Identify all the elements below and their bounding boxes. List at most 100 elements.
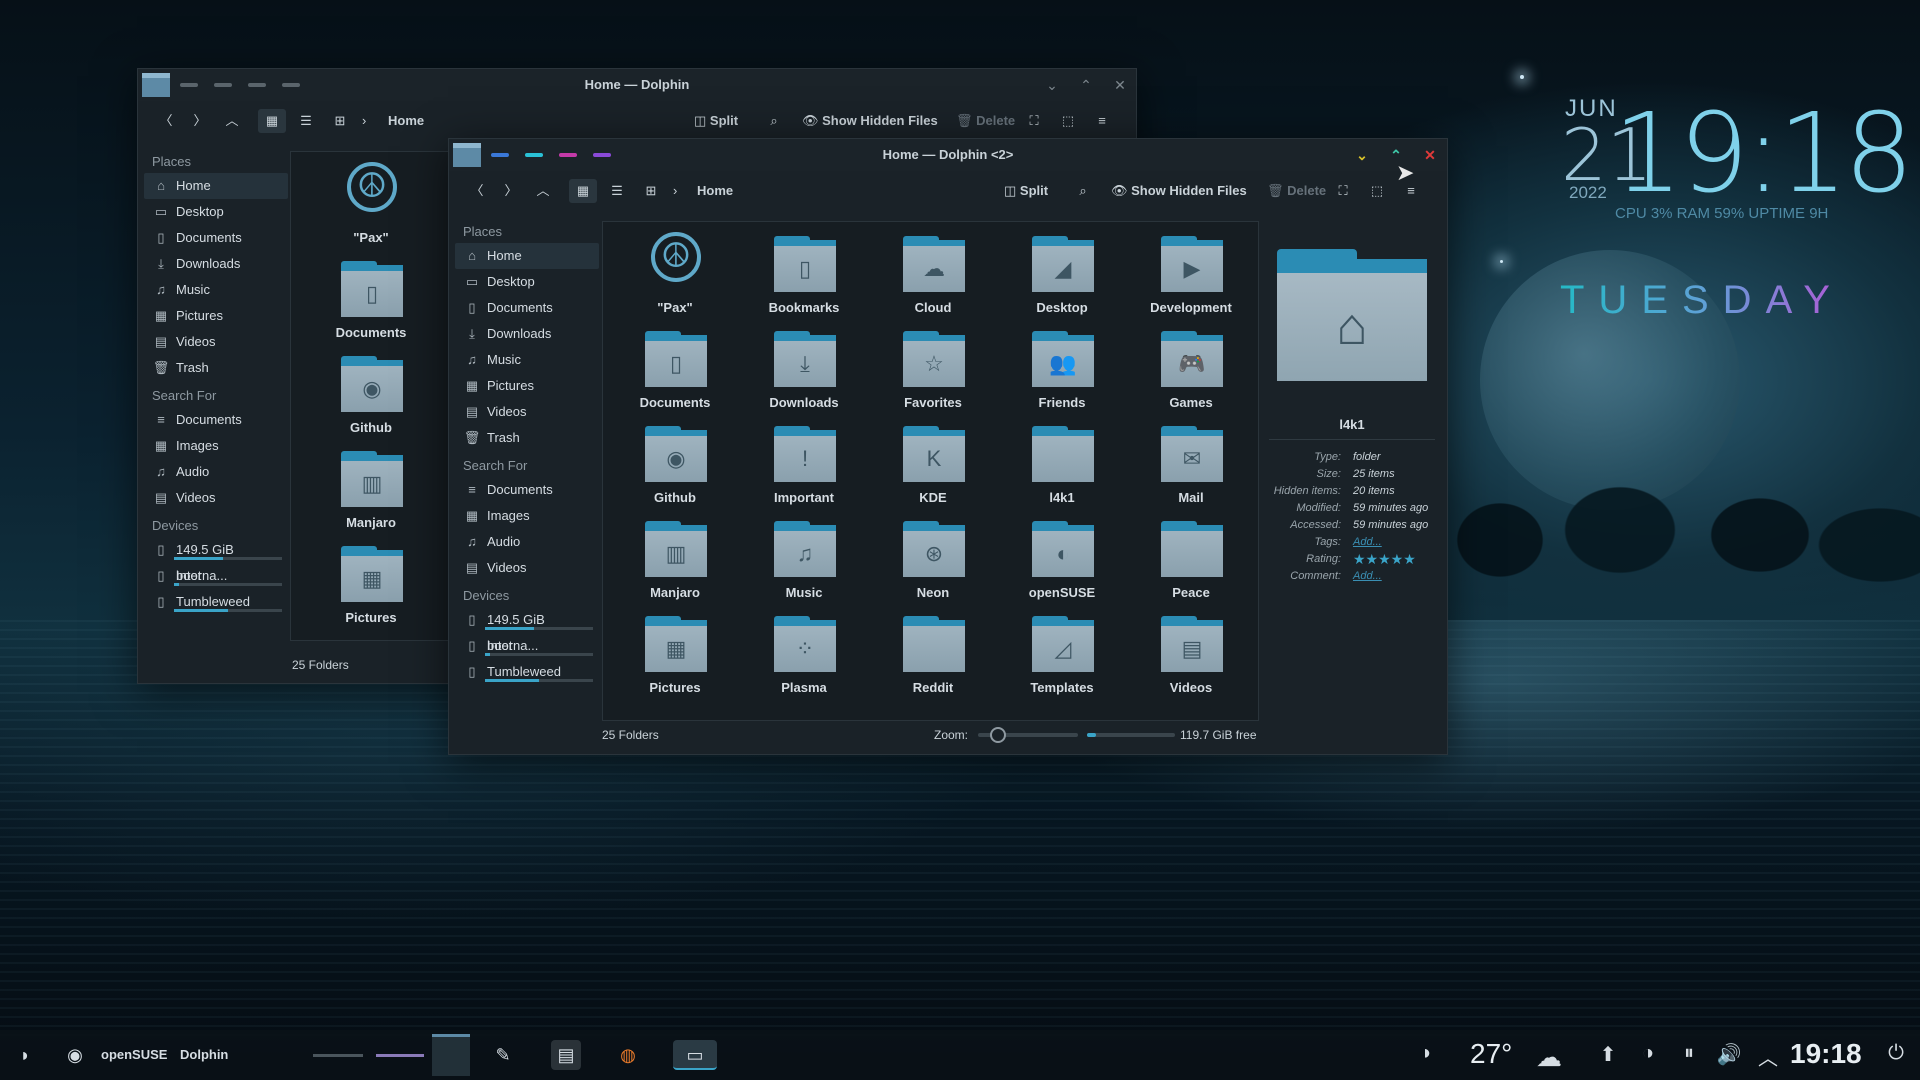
search-item[interactable]: ♫ Audio [455,529,599,555]
forward-icon[interactable]: 〉 [497,179,525,203]
folder-item[interactable]: ◿ Templates [1002,608,1122,700]
firefox-icon[interactable]: ◍ [613,1040,643,1070]
folder-item[interactable]: ☮ "Pax" [615,228,735,320]
back-icon[interactable]: 〈 [463,179,491,203]
kde-connect-icon[interactable]: ◑ [1634,1042,1662,1065]
show-hidden-files-button[interactable]: 👁 Show Hidden Files [1111,179,1247,203]
show-hidden-files-button[interactable]: 👁 Show Hidden Files [802,109,938,133]
close-icon[interactable]: ✕ [1110,75,1130,95]
pager-desktop[interactable] [313,1054,363,1057]
folder-item[interactable]: ◉ Github [615,418,735,510]
updates-icon[interactable]: ⬆ [1594,1042,1622,1067]
details-view-icon[interactable]: ⊞ [637,179,665,203]
weather-cloud-icon[interactable]: ☁ [1535,1042,1563,1073]
folder-item[interactable]: ☁ Cloud [873,228,993,320]
search-item[interactable]: ♫ Audio [144,459,288,485]
devices-item[interactable]: ▯ 149.5 GiB Interna... [144,537,288,583]
split-button[interactable]: ◫ Split [694,109,738,133]
window-title-opensuse[interactable]: openSUSE [101,1030,167,1080]
places-item[interactable]: ▭ Desktop [455,269,599,295]
folder-item[interactable]: K KDE [873,418,993,510]
weather-temperature[interactable]: 27° [1470,1038,1512,1070]
forward-icon[interactable]: 〉 [186,109,214,133]
places-item[interactable]: 🗑 Trash [144,355,288,381]
devices-item[interactable]: ▯ Tumbleweed [455,659,599,685]
folder-item[interactable]: ▤ Videos [1131,608,1251,700]
search-item[interactable]: ▦ Images [455,503,599,529]
icons-view-icon[interactable]: ▦ [569,179,597,203]
file-view[interactable]: ☮ "Pax" ▯ Documents ◉ Github ▥ Manjaro ▦ Pic… [290,151,450,641]
preview-icon[interactable]: ⛶ [1020,109,1048,133]
folder-item[interactable]: ▦ Pictures [311,538,431,630]
details-view-icon[interactable]: ⊞ [326,109,354,133]
icons-view-icon[interactable]: ▦ [258,109,286,133]
pager-desktop[interactable] [376,1054,424,1057]
folder-item[interactable]: ! Important [744,418,864,510]
folder-item[interactable]: ◐ openSUSE [1002,513,1122,605]
folder-item[interactable]: ◢ Desktop [1002,228,1122,320]
places-item[interactable]: ▭ Desktop [144,199,288,225]
preview-icon[interactable]: ⛶ [1329,179,1357,203]
search-item[interactable]: ▦ Images [144,433,288,459]
search-icon[interactable]: ⌕ [1069,179,1097,203]
folder-item[interactable]: ▥ Manjaro [615,513,735,605]
breadcrumb-home[interactable]: Home [388,109,424,133]
taskbar-clock[interactable]: 19:18 [1790,1038,1862,1070]
folder-item[interactable]: ⁘ Plasma [744,608,864,700]
folder-item[interactable]: ▦ Pictures [615,608,735,700]
folder-item[interactable]: ⊛ Neon [873,513,993,605]
window-title-dolphin[interactable]: Dolphin [180,1030,228,1080]
folder-item[interactable]: ▶ Development [1131,228,1251,320]
places-item[interactable]: ♫ Music [144,277,288,303]
places-item[interactable]: ▤ Videos [144,329,288,355]
folder-item[interactable]: Peace [1131,513,1251,605]
places-item[interactable]: ♫ Music [455,347,599,373]
devices-item[interactable]: ▯ boot [455,633,599,659]
search-item[interactable]: ▤ Videos [144,485,288,511]
delete-button[interactable]: 🗑 Delete [1267,179,1326,203]
titlebar[interactable]: Home — Dolphin <2> ⌄ ⌃ ✕ [449,139,1447,171]
select-icon[interactable]: ⬚ [1363,179,1391,203]
folder-item[interactable]: ▥ Manjaro [311,443,431,535]
file-view[interactable]: ☮ "Pax" ▯ Bookmarks ☁ Cloud ◢ Desktop ▶ Deve… [602,221,1259,721]
split-button[interactable]: ◫ Split [1004,179,1048,203]
search-item[interactable]: ≡ Documents [455,477,599,503]
pen-icon[interactable]: ✎ [488,1040,518,1070]
compact-view-icon[interactable]: ☰ [603,179,631,203]
folder-item[interactable]: ✉ Mail [1131,418,1251,510]
info-value[interactable]: Add... [1353,534,1382,551]
up-icon[interactable]: ︿ [218,109,246,133]
delete-button[interactable]: 🗑 Delete [956,109,1015,133]
volume-icon[interactable]: 🔊 [1715,1042,1743,1067]
dolphin-task-icon[interactable]: ▭ [673,1040,717,1070]
titlebar[interactable]: Home — Dolphin ⌄ ⌃ ✕ [138,69,1136,101]
media-pause-icon[interactable]: ⏸ [1675,1042,1703,1065]
folder-item[interactable]: 🎮 Games [1131,323,1251,415]
info-value[interactable]: Add... [1353,568,1382,585]
folder-item[interactable]: ▯ Documents [615,323,735,415]
maximize-icon[interactable]: ⌃ [1076,75,1096,95]
up-icon[interactable]: ︿ [529,179,557,203]
breadcrumb-home[interactable]: Home [697,179,733,203]
dolphin-window-front[interactable]: Home — Dolphin <2> ⌄ ⌃ ✕ 〈 〉 ︿ ▦ ☰ ⊞ › H… [448,138,1448,755]
folder-item[interactable]: Reddit [873,608,993,700]
devices-item[interactable]: ▯ Tumbleweed [144,589,288,615]
minimize-icon[interactable]: ⌄ [1352,145,1372,165]
folder-item[interactable]: ♫ Music [744,513,864,605]
close-icon[interactable]: ✕ [1420,145,1440,165]
minimize-icon[interactable]: ⌄ [1042,75,1062,95]
folder-item[interactable]: ☆ Favorites [873,323,993,415]
places-item[interactable]: ⤓ Downloads [144,251,288,277]
back-icon[interactable]: 〈 [152,109,180,133]
places-item[interactable]: ▦ Pictures [144,303,288,329]
pager-desktop-active[interactable] [432,1034,470,1076]
search-item[interactable]: ≡ Documents [144,407,288,433]
terminal-icon[interactable]: ▤ [551,1040,581,1070]
compact-view-icon[interactable]: ☰ [292,109,320,133]
places-item[interactable]: ▯ Documents [144,225,288,251]
places-item[interactable]: ⤓ Downloads [455,321,599,347]
devices-item[interactable]: ▯ boot [144,563,288,589]
power-icon[interactable]: ⏻ [1882,1042,1910,1065]
places-item[interactable]: 🗑 Trash [455,425,599,451]
opensuse-icon[interactable]: ◉ [60,1040,90,1070]
